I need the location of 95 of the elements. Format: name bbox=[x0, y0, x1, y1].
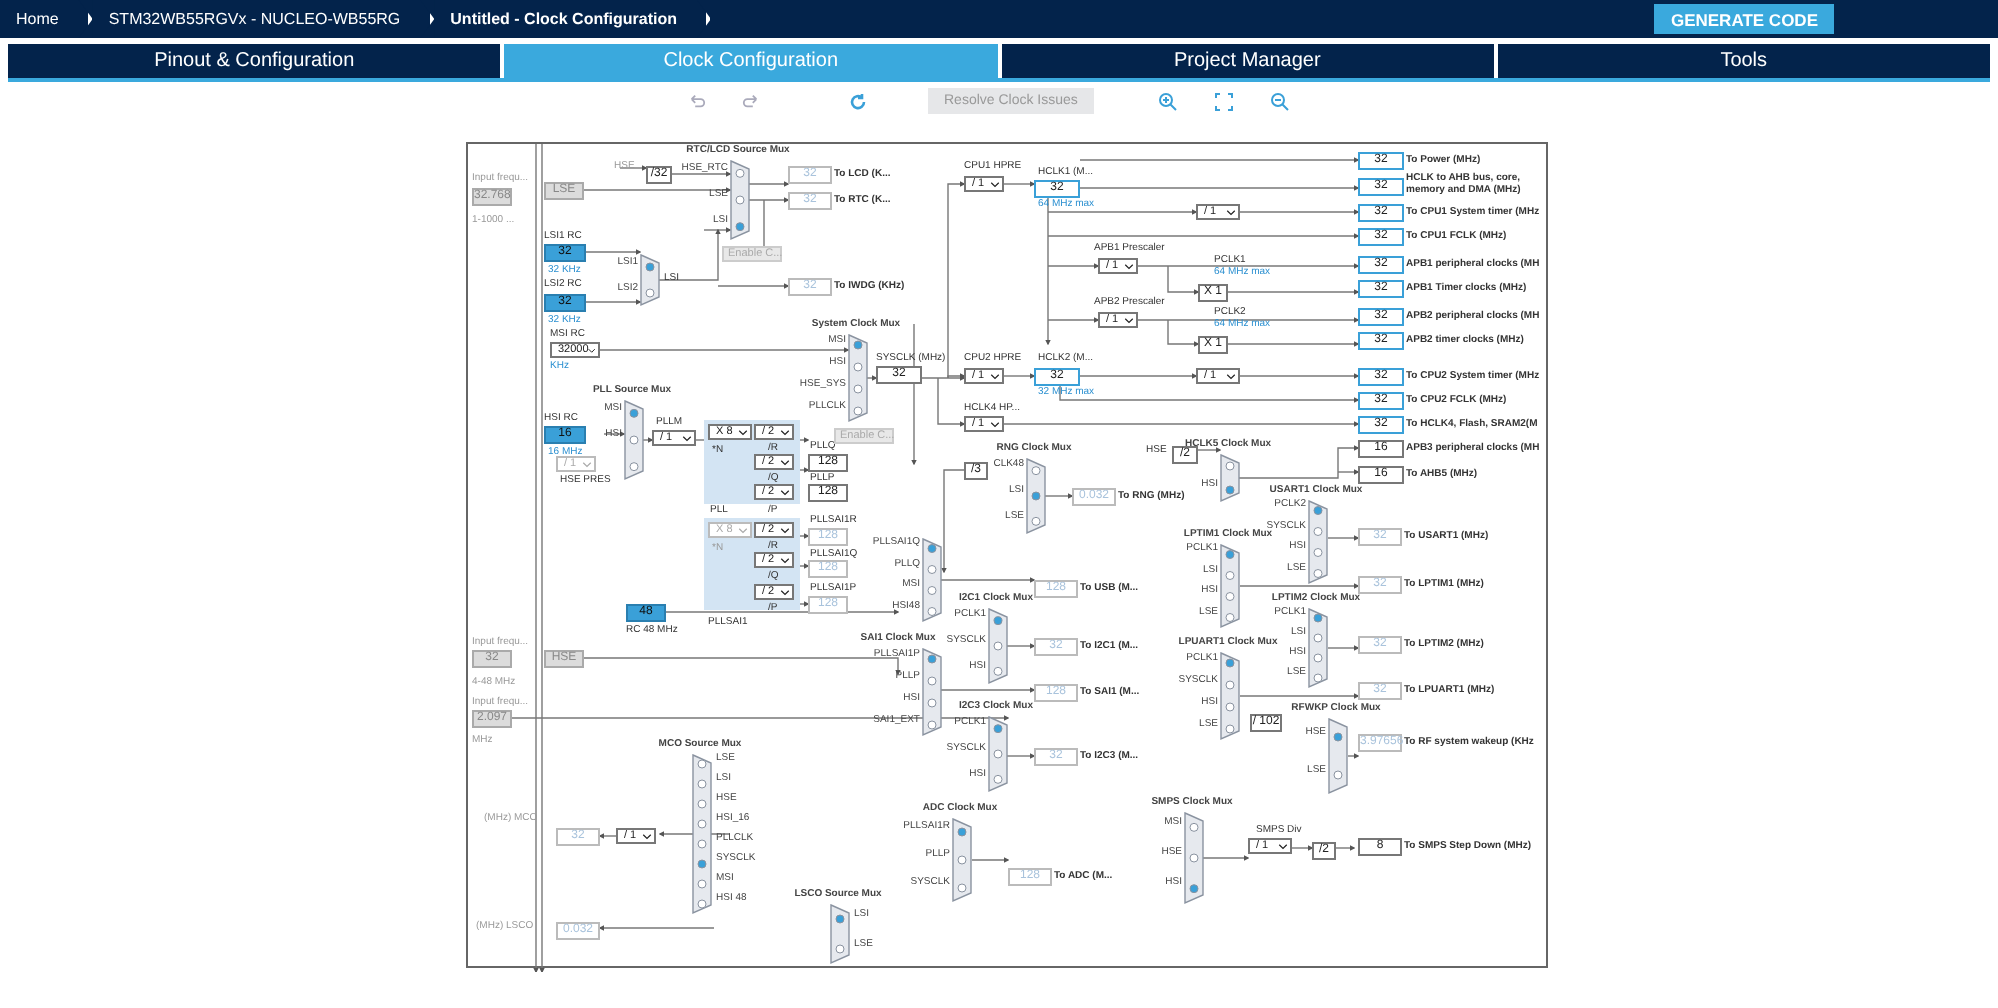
radio-button[interactable] bbox=[957, 855, 967, 865]
radio-button[interactable] bbox=[835, 944, 845, 954]
radio-button[interactable] bbox=[697, 759, 707, 769]
radio-button[interactable] bbox=[697, 839, 707, 849]
radio-button[interactable] bbox=[927, 544, 937, 553]
radio-button[interactable] bbox=[697, 859, 707, 869]
caret-icon bbox=[990, 421, 1000, 427]
redo-icon[interactable] bbox=[742, 92, 760, 110]
radio-button[interactable] bbox=[697, 799, 707, 809]
radio-button[interactable] bbox=[957, 827, 967, 837]
radio-button[interactable] bbox=[697, 879, 707, 889]
radio-button[interactable] bbox=[993, 666, 1003, 676]
fit-screen-icon[interactable] bbox=[1213, 91, 1234, 111]
radio-button[interactable] bbox=[645, 288, 655, 298]
radio-button[interactable] bbox=[1333, 770, 1343, 780]
radio-button[interactable] bbox=[1225, 550, 1235, 559]
caret-icon bbox=[1226, 209, 1236, 215]
radio-button[interactable] bbox=[927, 654, 937, 664]
caret-icon bbox=[780, 527, 790, 533]
tab[interactable]: Pinout & Configuration bbox=[8, 44, 501, 78]
radio-button[interactable] bbox=[1189, 853, 1199, 863]
radio-button[interactable] bbox=[1189, 884, 1199, 894]
radio-button[interactable] bbox=[735, 195, 745, 205]
caret-icon bbox=[780, 429, 790, 435]
radio-button[interactable] bbox=[1225, 724, 1235, 734]
radio-button[interactable] bbox=[927, 586, 937, 595]
caret-icon bbox=[1124, 317, 1134, 323]
radio-button[interactable] bbox=[853, 384, 863, 394]
radio-button[interactable] bbox=[853, 406, 863, 416]
radio-button[interactable] bbox=[927, 676, 937, 686]
caret-icon bbox=[780, 459, 790, 465]
caret-icon bbox=[1278, 843, 1288, 849]
radio-button[interactable] bbox=[927, 607, 937, 616]
radio-button[interactable] bbox=[1313, 613, 1323, 623]
radio-button[interactable] bbox=[735, 168, 745, 178]
radio-button[interactable] bbox=[1031, 491, 1041, 501]
caret-icon bbox=[642, 833, 652, 839]
caret-icon bbox=[582, 461, 592, 467]
zoom-in-icon[interactable] bbox=[1157, 91, 1178, 111]
caret-icon bbox=[780, 489, 790, 495]
radio-button[interactable] bbox=[993, 641, 1003, 651]
radio-button[interactable] bbox=[1225, 592, 1235, 601]
radio-button[interactable] bbox=[1225, 485, 1235, 495]
undo-icon[interactable] bbox=[688, 92, 706, 110]
radio-button[interactable] bbox=[1313, 506, 1323, 515]
radio-button[interactable] bbox=[1313, 569, 1323, 578]
radio-button[interactable] bbox=[1189, 822, 1199, 832]
caret-icon bbox=[990, 181, 1000, 187]
refresh-icon[interactable] bbox=[848, 91, 868, 111]
radio-button[interactable] bbox=[1225, 461, 1235, 471]
radio-button[interactable] bbox=[927, 720, 937, 730]
radio-button[interactable] bbox=[1031, 516, 1041, 526]
radio-button[interactable] bbox=[853, 340, 863, 350]
radio-button[interactable] bbox=[629, 435, 639, 445]
caret-icon bbox=[990, 373, 1000, 379]
radio-button[interactable] bbox=[1225, 658, 1235, 668]
tab[interactable]: Project Manager bbox=[1001, 44, 1494, 78]
radio-button[interactable] bbox=[993, 774, 1003, 784]
caret-icon bbox=[738, 527, 748, 533]
radio-button[interactable] bbox=[993, 724, 1003, 734]
radio-button[interactable] bbox=[735, 222, 745, 232]
radio-button[interactable] bbox=[697, 819, 707, 829]
zoom-out-icon[interactable] bbox=[1269, 91, 1290, 111]
radio-button[interactable] bbox=[1225, 680, 1235, 690]
caret-icon bbox=[1124, 263, 1134, 269]
tab[interactable]: Tools bbox=[1497, 44, 1990, 78]
radio-button[interactable] bbox=[629, 408, 639, 418]
caret-icon bbox=[738, 429, 748, 435]
radio-button[interactable] bbox=[1031, 466, 1041, 476]
radio-button[interactable] bbox=[835, 914, 845, 924]
radio-button[interactable] bbox=[1225, 571, 1235, 580]
radio-button[interactable] bbox=[1225, 702, 1235, 712]
radio-button[interactable] bbox=[927, 698, 937, 708]
radio-button[interactable] bbox=[697, 779, 707, 789]
radio-button[interactable] bbox=[853, 362, 863, 372]
radio-button[interactable] bbox=[1313, 527, 1323, 536]
radio-button[interactable] bbox=[1225, 613, 1235, 622]
caret-icon bbox=[1226, 373, 1236, 379]
radio-button[interactable] bbox=[1313, 653, 1323, 663]
radio-button[interactable] bbox=[993, 616, 1003, 626]
radio-button[interactable] bbox=[1313, 548, 1323, 557]
radio-button[interactable] bbox=[645, 262, 655, 272]
radio-button[interactable] bbox=[1333, 732, 1343, 742]
caret-icon bbox=[780, 589, 790, 595]
caret-icon bbox=[588, 347, 596, 353]
mux-shape bbox=[1328, 717, 1348, 795]
radio-button[interactable] bbox=[1313, 633, 1323, 643]
radio-button[interactable] bbox=[927, 565, 937, 574]
caret-icon bbox=[780, 557, 790, 563]
radio-button[interactable] bbox=[957, 883, 967, 893]
radio-button[interactable] bbox=[697, 899, 707, 909]
radio-button[interactable] bbox=[1313, 673, 1323, 683]
caret-icon bbox=[682, 435, 692, 441]
radio-button[interactable] bbox=[629, 462, 639, 472]
radio-button[interactable] bbox=[993, 749, 1003, 759]
